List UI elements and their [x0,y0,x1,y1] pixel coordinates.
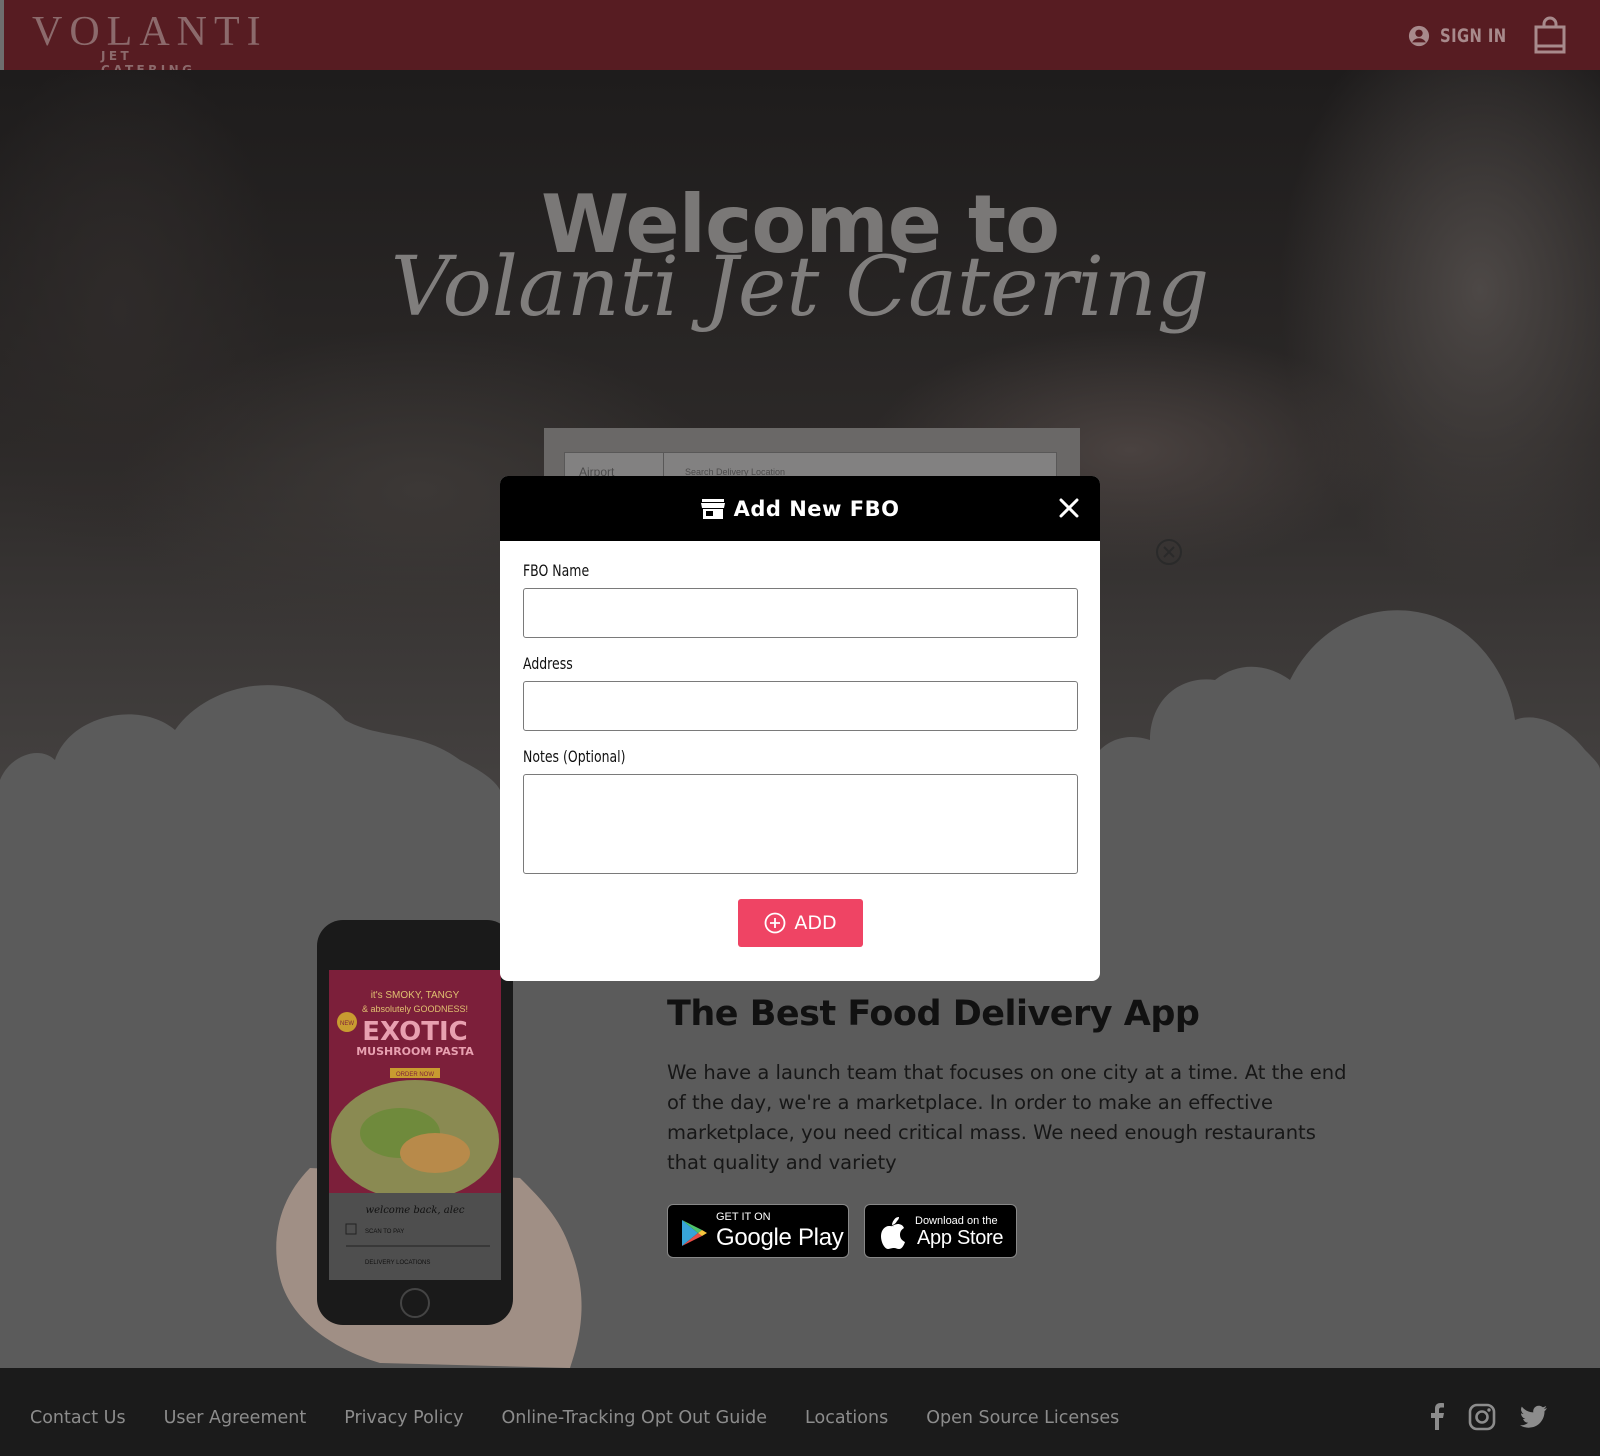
phone-line2: & absolutely GOODNESS! [362,1004,468,1014]
notes-label: Notes (Optional) [523,747,626,766]
google-play-button[interactable]: GET IT ON Google Play [667,1204,849,1258]
google-play-small: GET IT ON [716,1211,771,1223]
hero-script-title: Volanti Jet Catering [390,240,1210,335]
user-circle-icon [1408,25,1430,47]
fbo-name-label: FBO Name [523,561,590,580]
phone-menu1: SCAN TO PAY [365,1229,404,1235]
address-label: Address [523,654,573,673]
apple-icon [881,1217,905,1249]
footer-link-user-agreement[interactable]: User Agreement [164,1408,307,1428]
google-play-icon [682,1220,707,1246]
promo-title: The Best Food Delivery App [667,994,1200,1034]
phone-subheadline: MUSHROOM PASTA [356,1045,474,1058]
sign-in-label: SIGN IN [1440,25,1507,47]
add-button-label: ADD [794,912,837,934]
notes-textarea[interactable] [523,774,1078,874]
google-play-big: Google Play [716,1224,844,1251]
phone-mockup-image: it's SMOKY, TANGY & absolutely GOODNESS!… [276,920,582,1368]
footer-link-opt-out[interactable]: Online-Tracking Opt Out Guide [501,1408,767,1428]
site-logo[interactable]: VOLANTI JET CATERING [32,8,261,77]
phone-cta: ORDER NOW [396,1072,434,1078]
add-fbo-button[interactable]: ADD [738,899,863,947]
close-icon[interactable] [1057,496,1081,520]
twitter-icon[interactable] [1517,1402,1549,1432]
modal-title-group: Add New FBO [500,476,1100,541]
app-store-big: App Store [917,1227,1004,1249]
modal-title: Add New FBO [733,496,900,521]
plus-circle-icon [764,912,786,934]
app-store-small: Download on the [915,1215,998,1227]
shopping-bag-icon[interactable] [1533,16,1567,54]
footer-links: Contact Us User Agreement Privacy Policy… [30,1408,1157,1428]
facebook-icon[interactable] [1422,1402,1452,1432]
phone-headline: EXOTIC [362,1017,467,1047]
fbo-name-input[interactable] [523,588,1078,638]
footer-link-locations[interactable]: Locations [805,1408,888,1428]
phone-line1: it's SMOKY, TANGY [371,990,460,1001]
instagram-icon[interactable] [1467,1402,1497,1432]
phone-greeting: welcome back, alec [366,1205,465,1216]
phone-badge-text: NEW [340,1021,354,1027]
site-header: VOLANTI JET CATERING SIGN IN [0,0,1600,77]
clear-circle-icon[interactable] [1155,538,1183,566]
footer-link-contact[interactable]: Contact Us [30,1408,126,1428]
modal-header: Add New FBO [500,476,1100,541]
footer-link-privacy[interactable]: Privacy Policy [344,1408,463,1428]
store-icon [700,498,725,519]
promo-description: We have a launch team that focuses on on… [667,1061,1347,1174]
address-input[interactable] [523,681,1078,731]
app-store-button[interactable]: Download on the App Store [864,1204,1017,1258]
phone-menu2: DELIVERY LOCATIONS [365,1260,430,1266]
footer-link-licenses[interactable]: Open Source Licenses [926,1408,1119,1428]
site-footer: Contact Us User Agreement Privacy Policy… [0,1368,1600,1456]
sign-in-button[interactable]: SIGN IN [1408,22,1525,50]
add-fbo-modal: Add New FBO FBO Name Address Notes (Opti… [500,476,1100,981]
